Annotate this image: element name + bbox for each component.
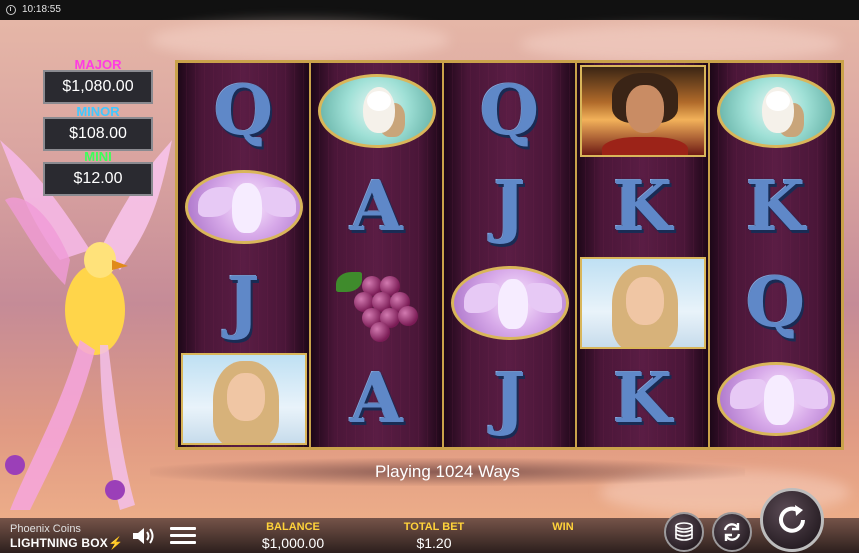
reel-grid: QJAAQJJKKKQ — [175, 60, 844, 450]
clock-icon — [6, 5, 16, 15]
total-bet-label: TOTAL BET — [403, 521, 465, 533]
reel-5: KQ — [710, 63, 841, 447]
reel-cell — [710, 351, 841, 447]
total-bet-display[interactable]: TOTAL BET $1.20 — [392, 521, 476, 551]
horse-symbol — [716, 362, 835, 436]
status-bar: 10:18:55 — [0, 0, 859, 20]
menu-icon[interactable] — [170, 527, 196, 545]
woman-symbol — [180, 353, 307, 445]
autoplay-button[interactable] — [712, 512, 752, 552]
reel-cell — [577, 63, 708, 159]
symbol-k: K — [745, 167, 806, 247]
horse-symbol — [450, 266, 569, 340]
status-time: 10:18:55 — [22, 4, 61, 15]
reel-3: QJJ — [444, 63, 577, 447]
reel-cell — [577, 255, 708, 351]
autoplay-icon — [723, 523, 741, 541]
reel-cell: J — [444, 159, 575, 255]
reel-cell — [444, 255, 575, 351]
reel-cell — [178, 351, 309, 447]
reel-cell: K — [577, 159, 708, 255]
horse-symbol — [184, 170, 303, 244]
jackpot-major-amount: $1,080.00 — [43, 70, 153, 104]
coin-stack-icon — [675, 522, 693, 541]
symbol-k: K — [612, 167, 673, 247]
symbol-j: J — [493, 167, 526, 247]
symbol-a: A — [350, 167, 403, 247]
ways-banner: Playing 1024 Ways — [150, 458, 745, 486]
reel-cell: J — [444, 351, 575, 447]
coins-button[interactable] — [664, 512, 704, 552]
balance-display: BALANCE $1,000.00 — [250, 521, 336, 551]
reel-2: AA — [311, 63, 444, 447]
owl-symbol — [716, 74, 835, 148]
jackpot-major: MAJOR $1,080.00 — [43, 58, 153, 104]
reel-cell: Q — [444, 63, 575, 159]
symbol-j: J — [493, 359, 526, 439]
reel-1: QJ — [178, 63, 311, 447]
symbol-q: Q — [213, 71, 274, 151]
reel-cell: K — [577, 351, 708, 447]
symbol-q: Q — [745, 263, 806, 343]
reel-cell — [311, 63, 442, 159]
bolt-icon: ⚡ — [107, 536, 124, 550]
spin-button[interactable] — [760, 488, 824, 552]
jackpot-minor: MINOR $108.00 — [43, 105, 153, 151]
symbol-k: K — [612, 359, 673, 439]
symbol-a: A — [350, 359, 403, 439]
reel-4: KK — [577, 63, 710, 447]
spin-icon — [779, 505, 805, 533]
woman-symbol — [579, 257, 706, 349]
owl-symbol — [317, 74, 436, 148]
reel-cell — [311, 255, 442, 351]
reel-cell: K — [710, 159, 841, 255]
total-bet-value: $1.20 — [416, 535, 452, 551]
reel-cell — [178, 159, 309, 255]
jackpot-mini: MINI $12.00 — [43, 150, 153, 196]
balance-value: $1,000.00 — [261, 535, 325, 551]
brand-name: LIGHTNING BOX — [10, 536, 108, 550]
balance-label: BALANCE — [266, 521, 320, 533]
game-name: Phoenix Coins — [10, 523, 81, 535]
speaker-icon[interactable] — [131, 526, 157, 546]
sky-cloud — [150, 20, 450, 60]
win-display: WIN — [540, 521, 586, 535]
reel-cell: A — [311, 159, 442, 255]
symbol-q: Q — [479, 71, 540, 151]
jackpot-mini-amount: $12.00 — [43, 162, 153, 196]
win-label: WIN — [552, 521, 574, 533]
reel-cell: Q — [178, 63, 309, 159]
sky-cloud — [520, 25, 840, 63]
reel-cell: A — [311, 351, 442, 447]
man-symbol — [579, 65, 706, 157]
symbol-j: J — [227, 263, 260, 343]
brand-logo: LIGHTNING BOX⚡ — [10, 536, 123, 550]
jackpot-minor-amount: $108.00 — [43, 117, 153, 151]
reel-cell: Q — [710, 255, 841, 351]
reel-cell: J — [178, 255, 309, 351]
reel-cell — [710, 63, 841, 159]
grapes-symbol — [332, 266, 422, 342]
